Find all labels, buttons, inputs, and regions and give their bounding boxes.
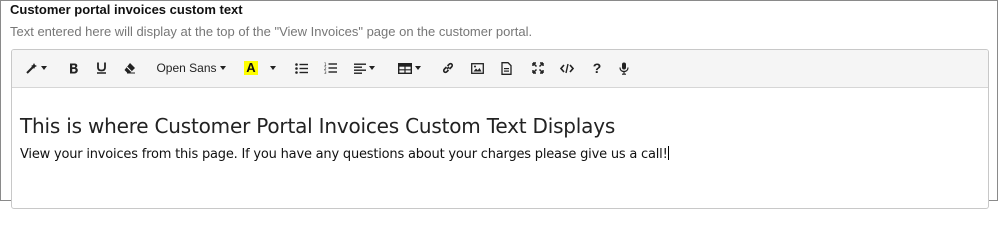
insert-image-button[interactable] [469, 57, 485, 79]
fullscreen-button[interactable] [530, 57, 546, 79]
underline-button[interactable] [93, 57, 109, 79]
highlight-color-dropdown[interactable] [266, 57, 280, 79]
link-icon [442, 62, 454, 74]
rich-text-editor: Open Sans A 1 2 3 ? This is where Custom… [11, 49, 989, 209]
highlight-color-icon: A [244, 60, 258, 75]
field-help-text: Text entered here will display at the to… [10, 24, 533, 39]
insert-link-button[interactable] [440, 57, 456, 79]
chevron-down-icon [368, 66, 375, 70]
fullscreen-icon [532, 62, 544, 74]
content-paragraph: View your invoices from this page. If yo… [20, 146, 669, 162]
content-paragraph-text: View your invoices from this page. If yo… [20, 147, 668, 162]
code-view-button[interactable] [558, 57, 576, 79]
chevron-down-icon [414, 66, 421, 70]
ordered-list-button[interactable]: 1 2 3 [322, 57, 338, 79]
insert-file-button[interactable] [498, 57, 514, 79]
unordered-list-icon [294, 62, 308, 74]
text-cursor [667, 146, 669, 160]
svg-text:3: 3 [324, 70, 327, 74]
voice-input-button[interactable] [616, 57, 632, 79]
font-family-value: Open Sans [156, 61, 217, 75]
underline-icon [96, 62, 107, 74]
table-dropdown-button[interactable] [396, 57, 422, 79]
magic-style-icon [25, 62, 38, 74]
style-dropdown-button[interactable] [24, 57, 48, 79]
chevron-down-icon [270, 66, 276, 70]
chevron-down-icon [41, 66, 47, 70]
page: { "field": { "label": "Customer portal i… [0, 0, 998, 209]
unordered-list-button[interactable] [293, 57, 309, 79]
help-icon: ? [592, 60, 602, 76]
help-button[interactable]: ? [589, 57, 605, 79]
editor-toolbar: Open Sans A 1 2 3 ? [12, 50, 988, 88]
code-view-icon [560, 63, 574, 74]
content-heading: This is where Customer Portal Invoices C… [20, 114, 616, 138]
chevron-down-icon [219, 66, 226, 70]
image-icon [470, 62, 484, 74]
eraser-icon [123, 62, 136, 74]
clear-format-button[interactable] [121, 57, 137, 79]
bold-button[interactable] [66, 57, 82, 79]
font-family-select[interactable]: Open Sans [152, 57, 230, 79]
field-label: Customer portal invoices custom text [10, 2, 243, 17]
highlight-color-button[interactable]: A [242, 57, 260, 79]
bold-icon [69, 63, 79, 74]
align-icon [353, 63, 366, 74]
ordered-list-icon: 1 2 3 [324, 62, 337, 74]
microphone-icon [619, 62, 629, 75]
align-dropdown-button[interactable] [351, 57, 377, 79]
table-icon [397, 62, 412, 74]
file-icon [500, 61, 512, 75]
